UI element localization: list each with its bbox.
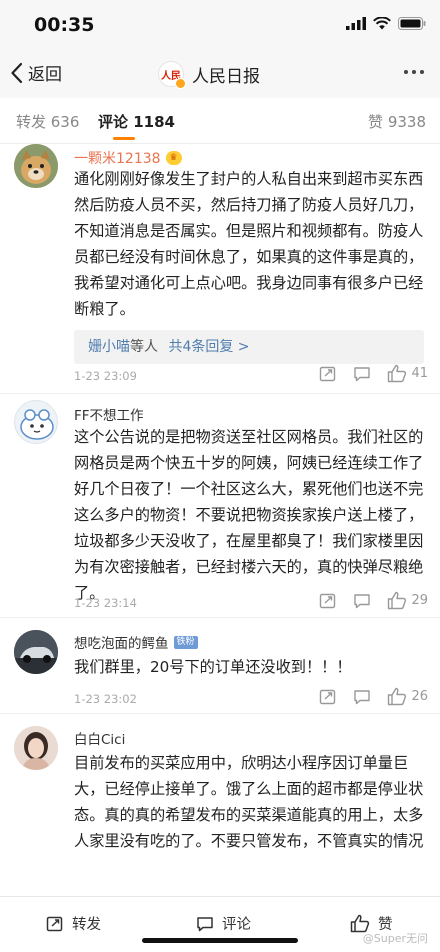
like-button[interactable]: 41: [387, 364, 428, 383]
like-count: 26: [411, 689, 428, 704]
avatar[interactable]: [14, 144, 58, 188]
comment-button[interactable]: [353, 365, 371, 383]
comment-button[interactable]: [353, 592, 371, 610]
repost-button[interactable]: 转发: [46, 913, 101, 934]
repost-label: 转发: [72, 917, 101, 933]
avatar[interactable]: [14, 630, 58, 674]
comment-text: 通化刚刚好像发生了封户的人私自出来到超市买东西然后防疫人员不买，然后持刀捅了防疫…: [74, 170, 424, 318]
comment-time: 1-23 23:02: [74, 692, 137, 706]
comment-text: 目前发布的买菜应用中，欣明达小程序因订单量巨大，已经停止接单了。饿了么上面的超市…: [74, 754, 424, 850]
crown-badge-icon: ♛: [165, 151, 182, 165]
share-icon: [320, 689, 336, 704]
comment-username[interactable]: FF不想工作: [74, 404, 144, 424]
watermark: @Super无问: [362, 932, 428, 945]
comment-text: 这个公告说的是把物资送至社区网格员。我们社区的网格员是两个快五十岁的阿姨，阿姨已…: [74, 428, 424, 602]
like-count: 29: [411, 593, 428, 608]
tab-repost[interactable]: 转发 636: [16, 111, 79, 132]
share-icon: [320, 593, 336, 608]
share-icon: [320, 366, 336, 381]
comment-time: 1-23 23:09: [74, 369, 137, 383]
like-count: 41: [411, 366, 428, 381]
replies-preview[interactable]: 姗小喵等人 共4条回复 >: [74, 330, 424, 364]
reply-username[interactable]: 姗小喵: [88, 339, 130, 355]
comment-icon: [354, 366, 371, 381]
comment-icon: [197, 916, 213, 931]
tab-comments[interactable]: 评论 1184: [98, 111, 175, 132]
comment-icon: [354, 689, 371, 704]
reply-count-link[interactable]: 共4条回复 >: [168, 339, 249, 355]
thumbs-up-icon: [388, 364, 407, 383]
share-icon: [46, 916, 63, 931]
cartoon-avatar-image: [20, 409, 54, 440]
avatar[interactable]: [14, 400, 58, 444]
comment-item: FF不想工作 这个公告说的是把物资送至社区网格员。我们社区的网格员是两个快五十岁…: [0, 394, 440, 618]
share-button[interactable]: [319, 365, 337, 383]
battery-icon: [398, 17, 426, 30]
comment-username[interactable]: 一颗米12138 ♛: [74, 148, 182, 168]
comment-item: 白白Cici 目前发布的买菜应用中，欣明达小程序因订单量巨大，已经停止接单了。饿…: [0, 714, 440, 896]
chevron-left-icon: [11, 62, 23, 83]
more-dot-icon: [412, 70, 416, 74]
nav-bar: 返回 人民 人民日报: [0, 50, 440, 98]
tab-bar: 转发 636 评论 1184 赞 9338: [0, 98, 440, 144]
wifi-icon: [373, 17, 391, 30]
back-label: 返回: [28, 65, 62, 85]
avatar[interactable]: [14, 726, 58, 770]
home-indicator[interactable]: [142, 938, 298, 943]
like-button[interactable]: 29: [387, 591, 428, 610]
thumbs-up-icon: [388, 591, 407, 610]
portrait-avatar-image: [14, 726, 58, 770]
like-button[interactable]: 26: [387, 687, 428, 706]
share-button[interactable]: [319, 688, 337, 706]
status-icons: [346, 17, 426, 30]
reply-middle-text: 等人: [130, 339, 158, 355]
share-button[interactable]: [319, 592, 337, 610]
dog-avatar-image: [14, 144, 58, 188]
signal-icon: [346, 17, 366, 30]
more-button[interactable]: [404, 70, 424, 74]
fan-badge: 铁粉: [173, 635, 198, 649]
status-bar: 00:35: [0, 0, 440, 50]
comment-time: 1-23 23:14: [74, 596, 137, 610]
comment-text: 我们群里，20号下的订单还没收到！！！: [74, 658, 352, 676]
comment-username[interactable]: 白白Cici: [74, 728, 125, 748]
comment-button[interactable]: [353, 688, 371, 706]
comment-item: 想吃泡面的鳄鱼 铁粉 我们群里，20号下的订单还没收到！！！ 1-23 23:0…: [0, 618, 440, 714]
tab-indicator: [113, 137, 135, 140]
comment-icon: [354, 593, 371, 608]
more-dot-icon: [404, 70, 408, 74]
more-dot-icon: [420, 70, 424, 74]
comment-item: 一颗米12138 ♛ 通化刚刚好像发生了封户的人私自出来到超市买东西然后防疫人员…: [0, 144, 440, 394]
back-button[interactable]: 返回: [10, 60, 62, 85]
comment-label: 评论: [222, 917, 251, 933]
thumbs-up-icon: [388, 687, 407, 706]
status-time: 00:35: [34, 14, 95, 36]
comment-actions: 26: [319, 687, 428, 706]
verified-badge-icon: [175, 78, 186, 89]
comment-button[interactable]: 评论: [196, 913, 251, 934]
car-avatar-image: [14, 630, 58, 674]
page-title: 人民日报: [192, 66, 260, 87]
comment-actions: 29: [319, 591, 428, 610]
comment-actions: 41: [319, 364, 428, 383]
nav-title-area[interactable]: 人民 人民日报: [158, 61, 260, 89]
account-avatar: 人民: [158, 61, 186, 89]
tab-likes[interactable]: 赞 9338: [368, 111, 426, 132]
comment-username[interactable]: 想吃泡面的鳄鱼 铁粉: [74, 632, 198, 652]
